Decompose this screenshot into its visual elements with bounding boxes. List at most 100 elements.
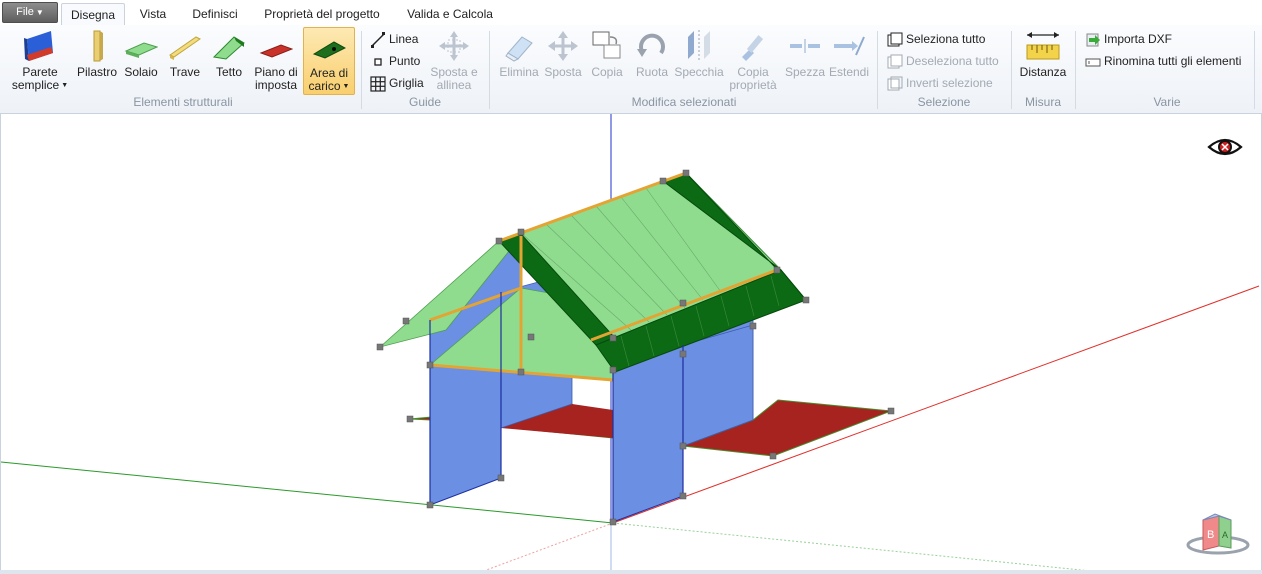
view-cube[interactable]: B A (1185, 512, 1251, 556)
rinomina-elementi-label: Rinomina tutti gli elementi (1104, 54, 1242, 68)
3d-scene (1, 114, 1260, 573)
wall-icon (24, 31, 53, 61)
ruler-icon (1026, 32, 1060, 60)
punto-label: Punto (389, 54, 421, 68)
elimina-label: Elimina (499, 65, 539, 79)
3d-viewport[interactable]: B A (0, 114, 1262, 574)
column-icon (93, 30, 103, 62)
pilastro-button[interactable]: Pilastro (76, 29, 118, 79)
piano-imposta-button[interactable]: Piano di imposta (252, 29, 300, 92)
sposta-button[interactable]: Sposta (543, 29, 583, 79)
linea-label: Linea (389, 32, 419, 46)
seleziona-tutto-label: Seleziona tutto (906, 32, 986, 46)
importa-dxf-label: Importa DXF (1104, 32, 1173, 46)
parete-label-2: semplice (11, 78, 60, 92)
elimina-button[interactable]: Elimina (498, 29, 540, 79)
group-label-misura: Misura (1024, 95, 1061, 109)
tab-valida-calcola[interactable]: Valida e Calcola (400, 3, 500, 25)
spezza-button[interactable]: Spezza (784, 29, 826, 79)
deselect-all-icon (887, 54, 903, 69)
copia-proprieta-button[interactable]: Copia proprietà (726, 29, 780, 92)
sposta-allinea-label-2: allinea (436, 78, 472, 92)
rename-icon (1085, 58, 1101, 67)
group-label-varie: Varie (1153, 95, 1181, 109)
ribbon-panel: Parete semplice ▼ Pilastro Solaio Trave T… (0, 25, 1262, 114)
mirror-icon (688, 30, 710, 62)
inverti-selezione-label: Inverti selezione (906, 76, 993, 90)
foundation-plane-icon (259, 44, 293, 58)
load-area-icon (312, 41, 346, 59)
tab-definisci[interactable]: Definisci (186, 3, 244, 25)
trave-label: Trave (169, 65, 201, 79)
inverti-selezione-button[interactable]: Inverti selezione (887, 74, 993, 92)
visibility-toggle-icon[interactable] (1207, 135, 1243, 159)
estendi-button[interactable]: Estendi (828, 29, 870, 79)
move-align-icon (439, 31, 469, 61)
tetto-label: Tetto (215, 65, 242, 79)
tab-vista[interactable]: Vista (132, 3, 174, 25)
paint-brush-icon (742, 35, 764, 61)
group-separator (1254, 31, 1255, 109)
import-icon (1086, 33, 1100, 47)
distanza-button[interactable]: Distanza (1016, 29, 1070, 79)
ribbon-tab-bar: File ▼ Disegna Vista Definisci Proprietà … (0, 0, 1262, 26)
ruota-label: Ruota (635, 65, 669, 79)
importa-dxf-button[interactable]: Importa DXF (1085, 30, 1172, 48)
group-separator (489, 31, 490, 109)
group-separator (1075, 31, 1076, 109)
linea-button[interactable]: Linea (370, 30, 418, 48)
estendi-label: Estendi (828, 65, 870, 79)
slab-icon (124, 42, 158, 58)
beam-icon (169, 36, 201, 60)
copia-button[interactable]: Copia (588, 29, 626, 79)
view-cube-label-a: A (1222, 530, 1228, 540)
rinomina-elementi-button[interactable]: Rinomina tutti gli elementi (1085, 52, 1241, 70)
parete-semplice-button[interactable]: Parete semplice ▼ (10, 29, 70, 92)
y-axis-line (1, 461, 614, 524)
trave-button[interactable]: Trave (166, 29, 204, 79)
tab-proprieta-progetto[interactable]: Proprietà del progetto (256, 3, 388, 25)
griglia-button[interactable]: Griglia (370, 74, 424, 92)
deseleziona-tutto-button[interactable]: Deseleziona tutto (887, 52, 999, 70)
area-label-1: Area di (309, 66, 349, 80)
seleziona-tutto-button[interactable]: Seleziona tutto (887, 30, 985, 48)
status-bar (0, 570, 1262, 574)
sposta-allinea-button[interactable]: Sposta e allinea (428, 29, 480, 92)
copia-proprieta-label-1: Copia (737, 65, 769, 79)
view-cube-label-b: B (1207, 529, 1214, 541)
tab-disegna[interactable]: Disegna (61, 3, 125, 26)
chevron-down-icon: ▼ (35, 8, 44, 17)
tetto-button[interactable]: Tetto (210, 29, 248, 79)
sposta-allinea-label-1: Sposta e (430, 65, 478, 79)
specchia-button[interactable]: Specchia (674, 29, 724, 79)
area-carico-button[interactable]: Area di carico ▼ (303, 27, 355, 95)
split-icon (790, 39, 820, 53)
group-label-selezione: Selezione (917, 95, 971, 109)
file-menu-button[interactable]: File ▼ (2, 2, 58, 23)
copia-label: Copia (591, 65, 623, 79)
copy-icon (592, 31, 621, 59)
eraser-icon (505, 36, 533, 62)
wall-front-left (612, 344, 684, 523)
move-icon (548, 31, 578, 61)
ruota-button[interactable]: Ruota (632, 29, 672, 79)
select-all-icon (887, 32, 903, 47)
griglia-label: Griglia (389, 76, 424, 90)
group-label-elementi: Elementi strutturali (133, 95, 233, 109)
solaio-label: Solaio (124, 65, 158, 79)
group-separator (877, 31, 878, 109)
dropdown-arrow-icon: ▼ (342, 83, 350, 91)
area-label-2: carico (308, 79, 341, 93)
y-axis-line-negative (612, 522, 1102, 573)
solaio-button[interactable]: Solaio (122, 29, 160, 79)
file-menu-label: File (16, 6, 34, 18)
piano-label-1: Piano di (254, 65, 298, 79)
parete-label-1: Parete (22, 65, 58, 79)
point-icon (374, 58, 382, 66)
extend-icon (834, 36, 865, 56)
distanza-label: Distanza (1019, 65, 1067, 79)
invert-selection-icon (887, 76, 903, 91)
punto-button[interactable]: Punto (370, 52, 420, 70)
group-separator (361, 31, 362, 109)
group-separator (1011, 31, 1012, 109)
